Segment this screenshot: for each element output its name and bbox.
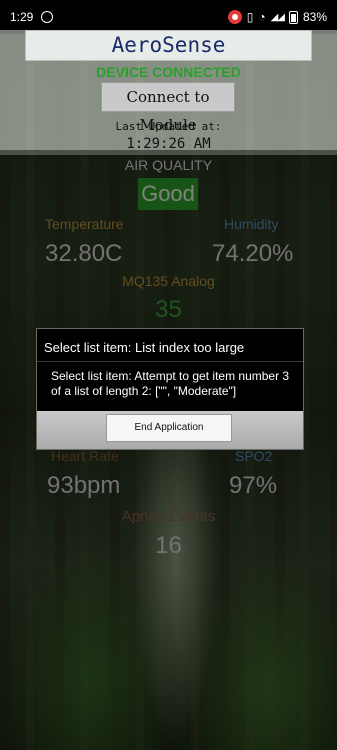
device-status: DEVICE CONNECTED [96,64,241,80]
dialog-divider [37,361,303,362]
dialog-footer: End Application [37,411,303,449]
dialog-title: Select list item: List index too large [44,340,245,355]
wifi-icon: ◔ [258,10,266,24]
last-updated-label: Last Updated at: [115,120,222,133]
vibrate-icon: ▯ [246,10,254,24]
battery-percent: 83% [302,10,327,24]
error-dialog: Select list item: List index too large S… [36,328,304,450]
status-time: 1:29 [10,10,34,24]
connect-button[interactable]: Connect to Module [101,82,235,134]
notification-icon [41,11,54,23]
status-bar: 1:29 ▯ ◔ ◢◢ 83% [0,0,337,34]
signal-icon: ◢◢ [270,11,285,23]
modal-overlay [0,150,337,750]
dialog-message: Select list item: Attempt to get item nu… [51,369,290,398]
battery-icon [288,10,298,24]
end-application-button[interactable]: End Application [106,414,232,442]
screen-record-icon [227,10,242,24]
app-title: AeroSense [25,30,312,61]
